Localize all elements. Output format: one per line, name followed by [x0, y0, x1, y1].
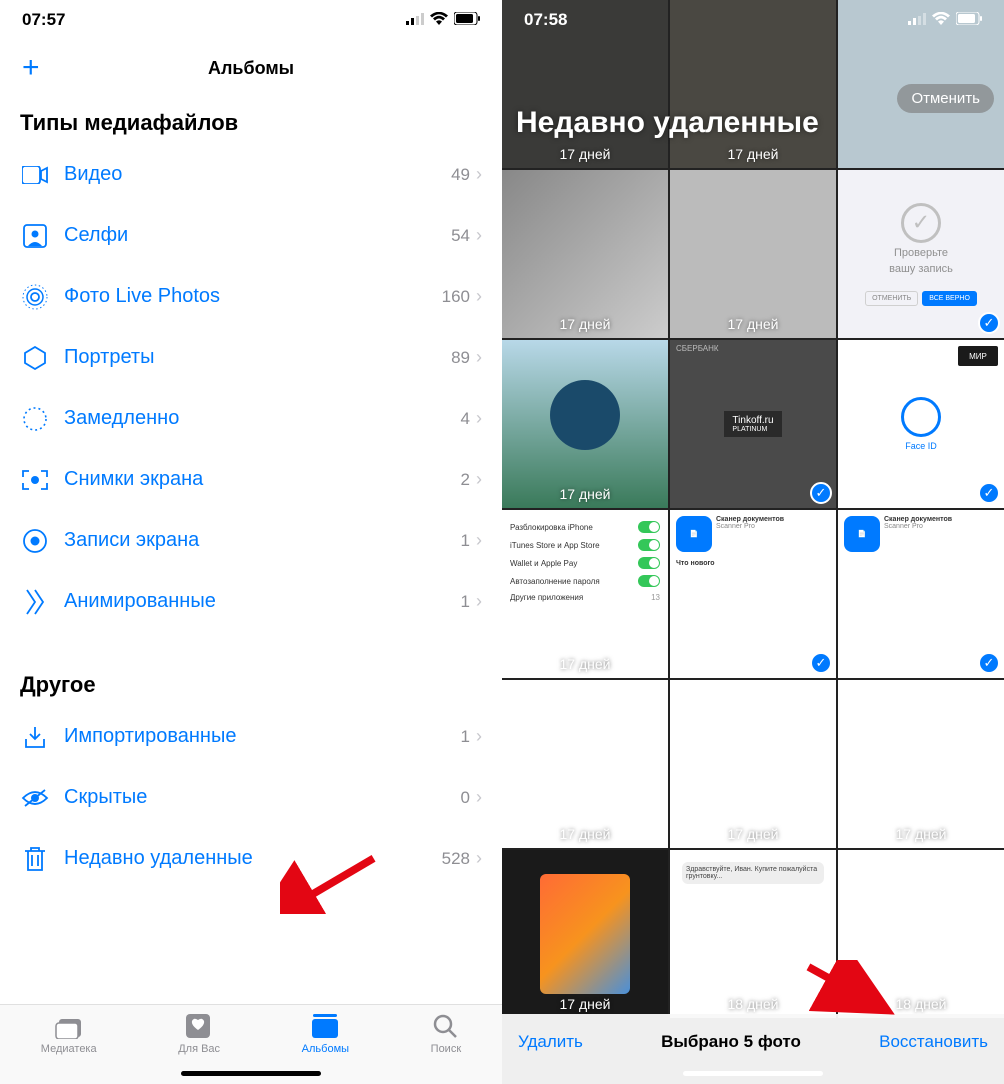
photo-thumb[interactable]: 17 дней: [502, 340, 668, 508]
row-live[interactable]: Фото Live Photos 160 ›: [20, 266, 482, 327]
portrait-icon: [20, 343, 50, 373]
chevron-right-icon: ›: [476, 787, 482, 808]
section-title-other: Другое: [20, 658, 482, 706]
hidden-icon: [20, 783, 50, 813]
photo-thumb[interactable]: 17 дней: [502, 850, 668, 1018]
trash-icon: [20, 844, 50, 874]
chevron-right-icon: ›: [476, 408, 482, 429]
battery-icon: [454, 10, 480, 30]
foryou-icon: [185, 1013, 213, 1039]
photo-thumb[interactable]: 17 дней: [502, 680, 668, 848]
home-indicator[interactable]: [683, 1071, 823, 1076]
row-screenshot[interactable]: Снимки экрана 2 ›: [20, 449, 482, 510]
library-icon: [55, 1013, 83, 1039]
tab-search[interactable]: Поиск: [431, 1013, 461, 1084]
row-recently-deleted[interactable]: Недавно удаленные 528 ›: [20, 828, 482, 889]
check-icon: ✓: [978, 312, 1000, 334]
selfie-icon: [20, 221, 50, 251]
recording-icon: [20, 526, 50, 556]
signal-icon: [406, 10, 424, 30]
photo-grid: 17 дней 17 дней 17 дней 17 дней Проверьт…: [502, 0, 1004, 1014]
tab-library[interactable]: Медиатека: [41, 1013, 97, 1084]
status-time: 07:57: [22, 10, 65, 30]
row-imported[interactable]: Импортированные 1 ›: [20, 706, 482, 767]
section-title-media: Типы медиафайлов: [20, 96, 482, 144]
chevron-right-icon: ›: [476, 286, 482, 307]
photo-thumb[interactable]: 17 дней: [670, 170, 836, 338]
page-title: Недавно удаленные: [516, 106, 819, 140]
chevron-right-icon: ›: [476, 469, 482, 490]
wifi-icon: [932, 10, 950, 30]
status-icons: [908, 10, 982, 30]
annotation-arrow: [280, 854, 390, 914]
animated-icon: [20, 587, 50, 617]
row-recording[interactable]: Записи экрана 1 ›: [20, 510, 482, 571]
photo-thumb[interactable]: Разблокировка iPhone iTunes Store и App …: [502, 510, 668, 678]
chevron-right-icon: ›: [476, 530, 482, 551]
selection-count: Выбрано 5 фото: [661, 1032, 801, 1052]
check-icon: ✓: [978, 482, 1000, 504]
search-icon: [432, 1013, 460, 1039]
photo-thumb[interactable]: СБЕРБАНК Tinkoff.ruPLATINUM ✓: [670, 340, 836, 508]
annotation-arrow: [792, 960, 902, 1020]
photo-thumb[interactable]: 📄Сканер документовScanner Pro ✓: [838, 510, 1004, 678]
status-bar: 07:57: [0, 0, 502, 40]
restore-button[interactable]: Восстановить: [879, 1032, 988, 1052]
add-button[interactable]: +: [22, 51, 40, 85]
row-slomo[interactable]: Замедленно 4 ›: [20, 388, 482, 449]
delete-button[interactable]: Удалить: [518, 1032, 583, 1052]
nav-header: + Альбомы: [0, 40, 502, 96]
photo-thumb[interactable]: 📄Сканер документовScanner Pro Что нового…: [670, 510, 836, 678]
slomo-icon: [20, 404, 50, 434]
check-icon: ✓: [978, 652, 1000, 674]
chevron-right-icon: ›: [476, 591, 482, 612]
signal-icon: [908, 10, 926, 30]
battery-icon: [956, 10, 982, 30]
home-indicator[interactable]: [181, 1071, 321, 1076]
row-hidden[interactable]: Скрытые 0 ›: [20, 767, 482, 828]
photo-thumb[interactable]: 17 дней: [670, 680, 836, 848]
photo-thumb[interactable]: Проверьте вашу запись ОТМЕНИТЬВСЕ ВЕРНО …: [838, 170, 1004, 338]
status-time: 07:58: [524, 10, 567, 30]
chevron-right-icon: ›: [476, 848, 482, 869]
cancel-button[interactable]: Отменить: [897, 84, 994, 113]
check-icon: ✓: [810, 482, 832, 504]
photo-thumb[interactable]: 17 дней: [502, 170, 668, 338]
video-icon: [20, 160, 50, 190]
live-photos-icon: [20, 282, 50, 312]
check-icon: ✓: [810, 652, 832, 674]
photo-thumb[interactable]: 17 дней: [838, 680, 1004, 848]
albums-icon: [311, 1013, 339, 1039]
header-title: Альбомы: [208, 58, 294, 79]
wifi-icon: [430, 10, 448, 30]
row-portrait[interactable]: Портреты 89 ›: [20, 327, 482, 388]
status-icons: [406, 10, 480, 30]
chevron-right-icon: ›: [476, 164, 482, 185]
status-bar: 07:58: [502, 0, 1004, 40]
row-animated[interactable]: Анимированные 1 ›: [20, 571, 482, 632]
row-video[interactable]: Видео 49 ›: [20, 144, 482, 205]
import-icon: [20, 722, 50, 752]
chevron-right-icon: ›: [476, 726, 482, 747]
photo-thumb[interactable]: МИР Face ID ✓: [838, 340, 1004, 508]
chevron-right-icon: ›: [476, 347, 482, 368]
row-selfie[interactable]: Селфи 54 ›: [20, 205, 482, 266]
screenshot-icon: [20, 465, 50, 495]
chevron-right-icon: ›: [476, 225, 482, 246]
